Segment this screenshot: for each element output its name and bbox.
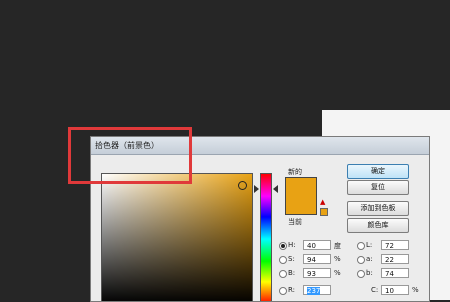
r-label: R: bbox=[288, 286, 296, 294]
a-input-value: 22 bbox=[385, 256, 394, 264]
lab-b-input-value: 74 bbox=[385, 270, 394, 278]
r-input[interactable]: 237 bbox=[303, 285, 331, 295]
s-input-value: 94 bbox=[307, 256, 316, 264]
current-color-label: 当前 bbox=[288, 218, 302, 226]
hue-slider-right-arrow[interactable] bbox=[273, 185, 278, 193]
h-radio[interactable] bbox=[279, 242, 287, 250]
new-color-label: 新的 bbox=[288, 168, 302, 176]
a-label: a: bbox=[366, 255, 373, 263]
reset-button[interactable]: 复位 bbox=[347, 180, 409, 195]
color-libraries-button[interactable]: 颜色库 bbox=[347, 218, 409, 233]
h-input[interactable]: 40 bbox=[303, 240, 331, 250]
r-radio[interactable] bbox=[279, 287, 287, 295]
l-input-value: 72 bbox=[385, 242, 394, 250]
l-radio[interactable] bbox=[357, 242, 365, 250]
h-unit: 度 bbox=[334, 242, 341, 250]
color-picker-marker[interactable] bbox=[238, 181, 247, 190]
s-radio[interactable] bbox=[279, 256, 287, 264]
new-color-swatch bbox=[285, 177, 317, 215]
c-label: C: bbox=[371, 286, 379, 294]
s-label: S: bbox=[288, 255, 295, 263]
l-input[interactable]: 72 bbox=[381, 240, 409, 250]
highlight-box bbox=[68, 127, 192, 184]
a-radio[interactable] bbox=[357, 256, 365, 264]
b-unit: % bbox=[334, 269, 341, 277]
b-label: B: bbox=[288, 269, 296, 277]
lab-b-radio[interactable] bbox=[357, 270, 365, 278]
web-safe-color-icon[interactable] bbox=[320, 208, 328, 216]
s-unit: % bbox=[334, 255, 341, 263]
out-of-gamut-warning-icon[interactable]: ▲ bbox=[320, 199, 327, 206]
lab-b-label: b: bbox=[366, 269, 373, 277]
c-input-value: 10 bbox=[385, 287, 394, 295]
a-input[interactable]: 22 bbox=[381, 254, 409, 264]
r-input-value: 237 bbox=[307, 287, 321, 295]
h-label: H: bbox=[288, 241, 296, 249]
b-input[interactable]: 93 bbox=[303, 268, 331, 278]
b-input-value: 93 bbox=[307, 270, 316, 278]
color-field[interactable] bbox=[101, 173, 253, 301]
ok-button[interactable]: 确定 bbox=[347, 164, 409, 179]
hue-slider-left-arrow[interactable] bbox=[254, 185, 259, 193]
hue-slider[interactable] bbox=[260, 173, 272, 301]
l-label: L: bbox=[366, 241, 373, 249]
h-input-value: 40 bbox=[307, 242, 316, 250]
c-input[interactable]: 10 bbox=[381, 285, 409, 295]
s-input[interactable]: 94 bbox=[303, 254, 331, 264]
add-to-swatches-button[interactable]: 添加到色板 bbox=[347, 201, 409, 216]
lab-b-input[interactable]: 74 bbox=[381, 268, 409, 278]
b-radio[interactable] bbox=[279, 270, 287, 278]
c-unit: % bbox=[412, 286, 419, 294]
